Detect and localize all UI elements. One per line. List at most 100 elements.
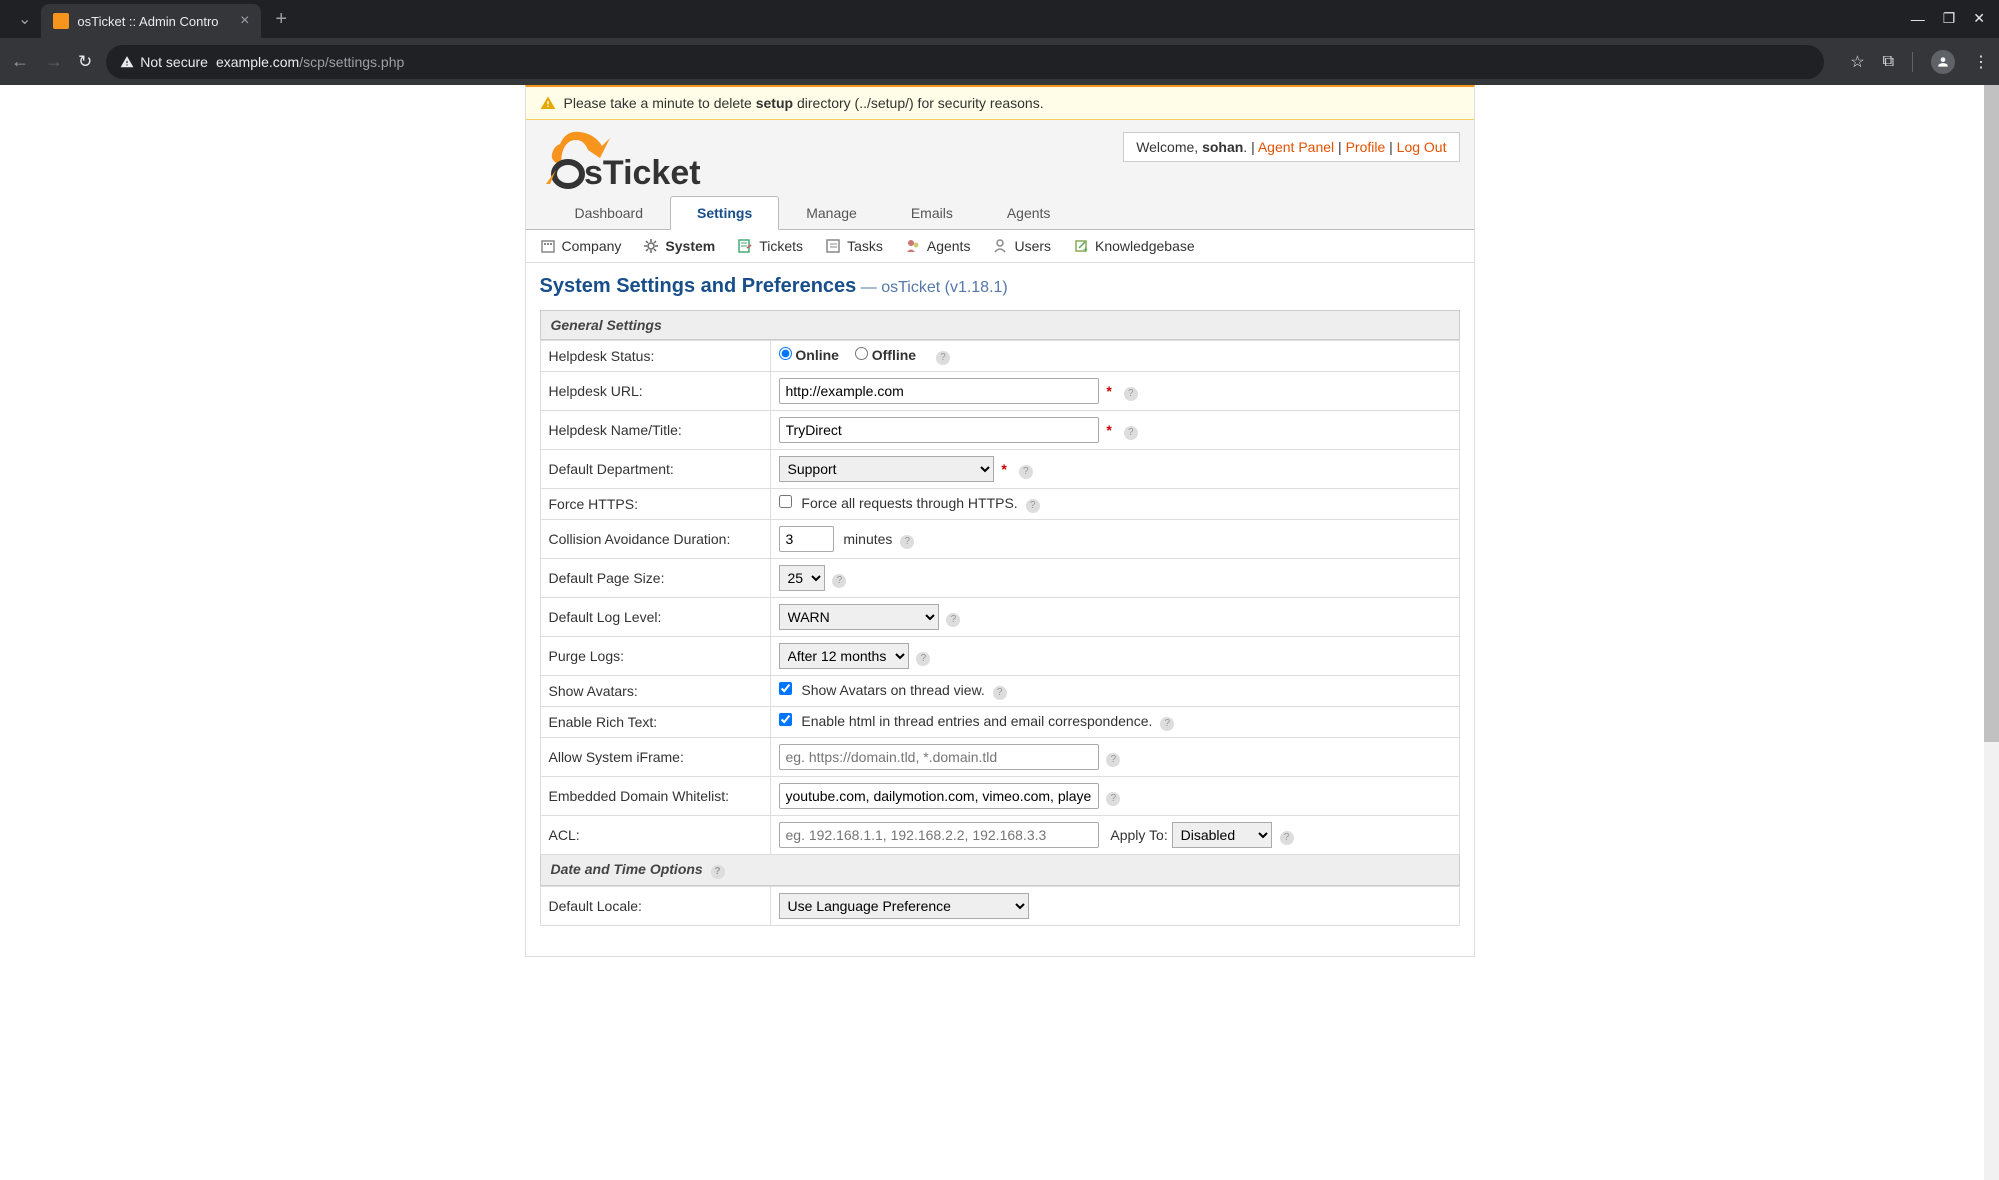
label-collision: Collision Avoidance Duration: (540, 520, 770, 559)
tab-dashboard[interactable]: Dashboard (548, 196, 671, 230)
radio-offline[interactable] (855, 347, 868, 360)
warning-text: Please take a minute to delete setup dir… (564, 95, 1044, 111)
window-controls: — ❐ ✕ (1911, 10, 1985, 27)
security-indicator[interactable]: Not secure (120, 54, 208, 70)
sub-tabs: Company System Tickets Tasks Agents User… (526, 230, 1474, 263)
help-icon[interactable]: ? (1106, 753, 1120, 767)
help-icon[interactable]: ? (900, 535, 914, 549)
input-acl[interactable] (779, 822, 1099, 848)
help-icon[interactable]: ? (1026, 499, 1040, 513)
help-icon[interactable]: ? (1124, 387, 1138, 401)
label-locale: Default Locale: (540, 887, 770, 926)
tab-title: osTicket :: Admin Contro (77, 14, 218, 29)
tab-search-icon[interactable]: ⌄ (8, 9, 41, 29)
help-icon[interactable]: ? (1124, 426, 1138, 440)
back-icon[interactable]: ← (10, 51, 30, 72)
subtab-company[interactable]: Company (540, 236, 622, 256)
user-box: Welcome, sohan. | Agent Panel | Profile … (1123, 132, 1459, 162)
app-container: Please take a minute to delete setup dir… (525, 85, 1475, 957)
help-icon[interactable]: ? (916, 652, 930, 666)
subtab-system[interactable]: System (643, 236, 715, 256)
radio-online[interactable] (779, 347, 792, 360)
subtab-tasks[interactable]: Tasks (825, 236, 883, 256)
maximize-icon[interactable]: ❐ (1943, 10, 1956, 27)
subtab-tickets[interactable]: Tickets (737, 236, 803, 256)
select-acl-applyto[interactable]: Disabled (1172, 822, 1272, 848)
browser-tab-strip: ⌄ osTicket :: Admin Contro × + — ❐ ✕ (0, 0, 1999, 38)
scrollbar[interactable] (1984, 85, 1999, 1180)
label-default-dept: Default Department: (540, 450, 770, 489)
warning-icon (540, 95, 556, 111)
help-icon[interactable]: ? (1160, 717, 1174, 731)
forward-icon[interactable]: → (44, 51, 64, 72)
label-helpdesk-name: Helpdesk Name/Title: (540, 411, 770, 450)
menu-dots-icon[interactable]: ⋮ (1973, 52, 1989, 72)
help-icon[interactable]: ? (1106, 792, 1120, 806)
help-icon[interactable]: ? (1280, 831, 1294, 845)
browser-toolbar: ← → ↻ Not secure example.com/scp/setting… (0, 38, 1999, 85)
scrollbar-thumb[interactable] (1984, 85, 1999, 742)
help-icon[interactable]: ? (936, 351, 950, 365)
company-icon (540, 238, 556, 254)
url-text: example.com/scp/settings.php (216, 54, 404, 70)
knowledgebase-icon: + (1073, 238, 1089, 254)
setup-warning-banner: Please take a minute to delete setup dir… (526, 87, 1474, 120)
tab-manage[interactable]: Manage (779, 196, 884, 230)
logout-link[interactable]: Log Out (1397, 139, 1447, 155)
reload-icon[interactable]: ↻ (78, 52, 92, 72)
checkbox-richtext[interactable] (779, 713, 792, 726)
label-force-https: Force HTTPS: (540, 489, 770, 520)
address-bar[interactable]: Not secure example.com/scp/settings.php (106, 45, 1824, 79)
subtab-users[interactable]: Users (992, 236, 1051, 256)
select-purge-logs[interactable]: After 12 months (779, 643, 909, 669)
toolbar-right: ☆ ⧉ ⋮ (1850, 50, 1989, 74)
users-icon (992, 238, 1008, 254)
help-icon[interactable]: ? (1019, 465, 1033, 479)
tab-close-icon[interactable]: × (240, 12, 249, 30)
help-icon[interactable]: ? (946, 613, 960, 627)
tasks-icon (825, 238, 841, 254)
header: sTicket Welcome, sohan. | Agent Panel | … (526, 120, 1474, 195)
input-embed[interactable] (779, 783, 1099, 809)
input-iframe[interactable] (779, 744, 1099, 770)
label-acl: ACL: (540, 816, 770, 855)
subtab-knowledgebase[interactable]: + Knowledgebase (1073, 236, 1195, 256)
label-iframe: Allow System iFrame: (540, 738, 770, 777)
agent-panel-link[interactable]: Agent Panel (1258, 139, 1334, 155)
required-mark: * (1001, 461, 1006, 477)
select-locale[interactable]: Use Language Preference (779, 893, 1029, 919)
label-richtext: Enable Rich Text: (540, 707, 770, 738)
new-tab-icon[interactable]: + (261, 8, 301, 31)
input-helpdesk-url[interactable] (779, 378, 1099, 404)
select-page-size[interactable]: 25 (779, 565, 825, 591)
checkbox-force-https[interactable] (779, 495, 792, 508)
tab-agents[interactable]: Agents (980, 196, 1078, 230)
extensions-icon[interactable]: ⧉ (1883, 53, 1894, 71)
bookmark-star-icon[interactable]: ☆ (1850, 52, 1864, 72)
input-helpdesk-name[interactable] (779, 417, 1099, 443)
tab-emails[interactable]: Emails (884, 196, 980, 230)
help-icon[interactable]: ? (832, 574, 846, 588)
help-icon[interactable]: ? (993, 686, 1007, 700)
profile-link[interactable]: Profile (1346, 139, 1386, 155)
tab-settings[interactable]: Settings (670, 196, 779, 230)
label-embed: Embedded Domain Whitelist: (540, 777, 770, 816)
checkbox-avatars[interactable] (779, 682, 792, 695)
profile-avatar-icon[interactable] (1931, 50, 1955, 74)
select-default-dept[interactable]: Support (779, 456, 994, 482)
settings-form: Helpdesk Status: Online Offline ? Helpde… (540, 340, 1460, 855)
section-datetime: Date and Time Options ? (540, 855, 1460, 886)
input-collision[interactable] (779, 526, 834, 552)
select-log-level[interactable]: WARN (779, 604, 939, 630)
required-mark: * (1106, 383, 1111, 399)
label-helpdesk-status: Helpdesk Status: (540, 341, 770, 372)
browser-tab[interactable]: osTicket :: Admin Contro × (41, 4, 261, 38)
label-purge-logs: Purge Logs: (540, 637, 770, 676)
minimize-icon[interactable]: — (1911, 11, 1925, 27)
agents-icon (905, 238, 921, 254)
help-icon[interactable]: ? (711, 865, 725, 879)
subtab-agents[interactable]: Agents (905, 236, 971, 256)
page-title: System Settings and Preferences — osTick… (540, 275, 1460, 298)
label-log-level: Default Log Level: (540, 598, 770, 637)
close-window-icon[interactable]: ✕ (1973, 10, 1985, 27)
